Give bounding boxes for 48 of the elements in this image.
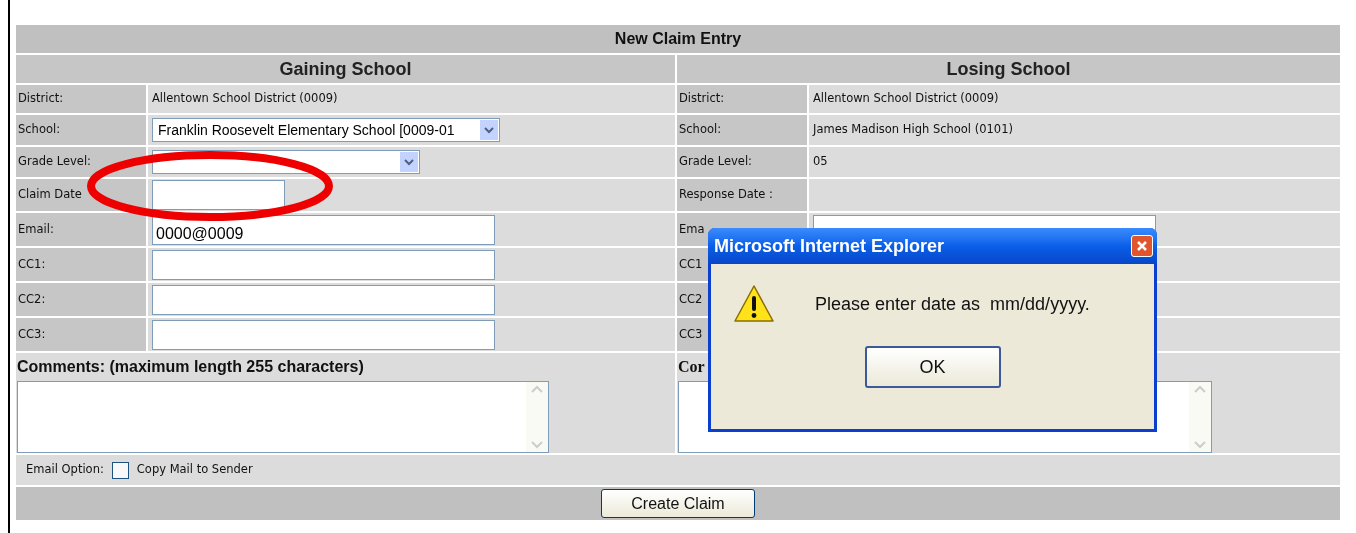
close-icon[interactable] xyxy=(1131,235,1153,257)
create-claim-button[interactable]: Create Claim xyxy=(601,489,755,518)
form-title: New Claim Entry xyxy=(614,29,742,49)
input-field[interactable] xyxy=(152,180,285,210)
dialog-message: Please enter date as mm/dd/yyyy. xyxy=(815,292,1090,316)
input-field[interactable] xyxy=(152,319,495,350)
comments-label: Cor xyxy=(678,357,705,377)
field-label: Ema xyxy=(679,220,705,238)
field-label: Grade Level: xyxy=(18,153,91,171)
scroll-up-icon[interactable] xyxy=(530,384,544,394)
select-field[interactable]: Franklin Roosevelt Elementary School [0009-01 xyxy=(152,118,500,142)
dropdown-icon[interactable] xyxy=(400,152,418,172)
email-option-label: Email Option: xyxy=(26,461,104,479)
field-label: School: xyxy=(18,121,61,139)
field-label: CC1: xyxy=(18,255,46,273)
field-label: CC2: xyxy=(18,290,46,308)
comments-label: Comments: (maximum length 255 characters) xyxy=(17,357,364,377)
section-heading: Losing School xyxy=(946,57,1071,81)
dialog-title: Microsoft Internet Explorer xyxy=(714,234,945,258)
field-label: Claim Date xyxy=(18,186,82,204)
field-label: District: xyxy=(18,90,64,108)
field-label: School: xyxy=(679,121,722,139)
field-label: Grade Level: xyxy=(679,153,752,171)
field-value: James Madison High School (0101) xyxy=(813,121,1013,139)
field-label: CC1 xyxy=(679,255,703,273)
dropdown-icon[interactable] xyxy=(480,120,498,140)
field-value: Allentown School District (0009) xyxy=(813,90,999,108)
scrollbar[interactable] xyxy=(526,382,548,452)
field-label: Response Date : xyxy=(679,186,773,204)
input-field[interactable]: 0000@0009 xyxy=(152,214,495,245)
field-label: CC2 xyxy=(679,290,703,308)
input-field[interactable] xyxy=(152,284,495,315)
warning-icon xyxy=(733,284,775,324)
copy-mail-checkbox[interactable]: Copy Mail to Sender xyxy=(111,461,253,479)
field-value: 05 xyxy=(813,153,828,171)
scroll-down-icon[interactable] xyxy=(1193,440,1207,450)
field-label: District: xyxy=(679,90,725,108)
comments-textarea[interactable] xyxy=(17,381,549,453)
field-label: Email: xyxy=(18,220,54,238)
section-heading: Gaining School xyxy=(279,57,412,81)
field-label: CC3: xyxy=(18,325,46,343)
field-label: CC3 xyxy=(679,325,703,343)
ok-button[interactable]: OK xyxy=(864,346,1001,388)
scroll-up-icon[interactable] xyxy=(1193,384,1207,394)
field-value: Allentown School District (0009) xyxy=(152,90,338,108)
scrollbar[interactable] xyxy=(1189,382,1211,452)
input-field[interactable] xyxy=(152,249,495,280)
scroll-down-icon[interactable] xyxy=(530,440,544,450)
